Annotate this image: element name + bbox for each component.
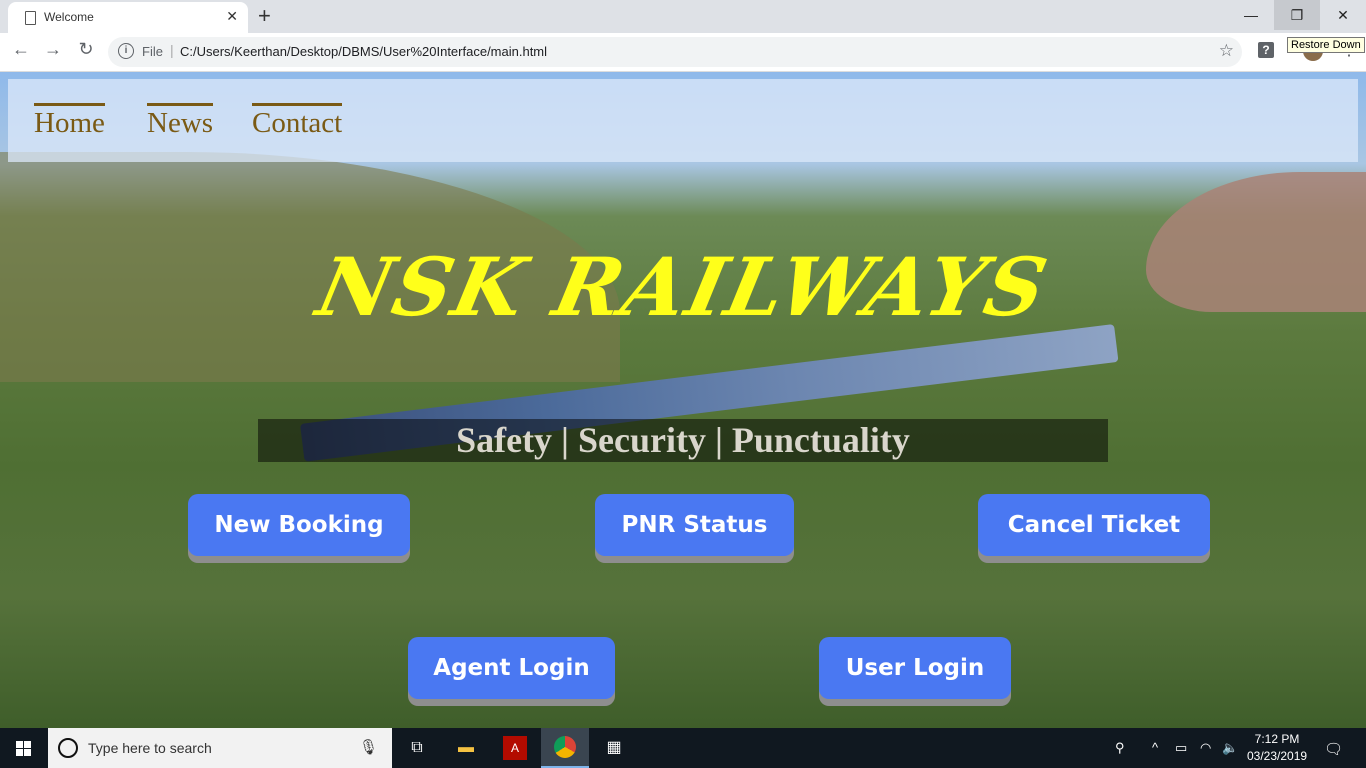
people-icon[interactable]: ⚲ (1115, 740, 1125, 756)
page-icon (25, 11, 36, 25)
notifications-icon[interactable]: 🗨 (1324, 740, 1343, 758)
page-viewport: Home News Contact NSK RAILWAYS Safety | … (0, 72, 1366, 728)
scheme-label: File (142, 44, 163, 59)
scheme-separator: | (170, 42, 174, 58)
tab-title: Welcome (44, 10, 94, 24)
nav-contact[interactable]: Contact (252, 103, 343, 140)
back-icon[interactable]: ← (8, 39, 34, 60)
clock-date: 03/23/2019 (1247, 749, 1308, 763)
tagline: Safety | Security | Punctuality (456, 420, 910, 460)
show-hidden-icons[interactable]: ^ (1152, 740, 1158, 755)
extension-help-icon[interactable]: ? (1258, 42, 1274, 58)
windows-logo-icon (16, 749, 23, 756)
tooltip: Restore Down (1287, 37, 1365, 53)
calculator-icon[interactable]: ▦ (602, 736, 626, 760)
brand-title: NSK RAILWAYS (309, 240, 1057, 334)
minimize-button[interactable]: — (1228, 0, 1274, 30)
info-icon[interactable]: i (118, 43, 134, 59)
cancel-ticket-button[interactable]: Cancel Ticket (978, 494, 1210, 556)
browser-toolbar: ← → ↻ i File | C:/Users/Keerthan/Desktop… (0, 33, 1366, 72)
user-login-button[interactable]: User Login (819, 637, 1011, 699)
new-booking-button[interactable]: New Booking (188, 494, 410, 556)
forward-icon[interactable]: → (40, 39, 66, 60)
bookmark-star-icon[interactable]: ☆ (1219, 41, 1234, 61)
volume-icon[interactable]: 🔈 (1222, 740, 1238, 756)
chrome-icon (554, 736, 576, 758)
windows-logo-icon (24, 741, 31, 748)
restore-down-button[interactable]: ❐ (1274, 0, 1320, 30)
reload-icon[interactable]: ↻ (73, 39, 99, 60)
top-navbar: Home News Contact (8, 79, 1358, 162)
system-clock[interactable]: 7:12 PM 03/23/2019 (1247, 731, 1307, 765)
nav-news[interactable]: News (147, 103, 214, 140)
close-window-button[interactable]: ✕ (1320, 0, 1366, 30)
microphone-icon[interactable]: 🎙 (359, 738, 378, 756)
address-bar[interactable]: i File | C:/Users/Keerthan/Desktop/DBMS/… (108, 37, 1242, 67)
taskbar-search[interactable]: Type here to search 🎙 (48, 728, 392, 768)
battery-icon[interactable]: ▭ (1175, 740, 1187, 756)
task-view-icon[interactable]: ⧉ (405, 736, 429, 760)
chrome-taskbar-button[interactable] (541, 728, 589, 768)
clock-time: 7:12 PM (1254, 732, 1300, 746)
start-button[interactable] (0, 728, 48, 768)
agent-login-button[interactable]: Agent Login (408, 637, 615, 699)
cortana-icon (58, 738, 78, 758)
url-text[interactable]: C:/Users/Keerthan/Desktop/DBMS/User%20In… (180, 44, 547, 59)
windows-logo-icon (16, 741, 23, 748)
taskbar-search-placeholder: Type here to search (88, 740, 212, 756)
new-tab-button[interactable]: + (258, 3, 271, 29)
pnr-status-button[interactable]: PNR Status (595, 494, 794, 556)
file-explorer-icon[interactable]: ▬ (454, 736, 478, 760)
windows-logo-icon (24, 749, 31, 756)
tab-close-icon[interactable]: ✕ (226, 8, 238, 25)
taskbar: Type here to search 🎙 ⧉ ▬ A ▦ ⚲ ^ ▭ ◠ 🔈 … (0, 728, 1366, 768)
nav-home[interactable]: Home (34, 103, 105, 140)
acrobat-icon[interactable]: A (503, 736, 527, 760)
tab-strip: Welcome ✕ + — ❐ ✕ (0, 0, 1366, 33)
wifi-icon[interactable]: ◠ (1200, 740, 1211, 756)
browser-tab[interactable]: Welcome ✕ (8, 2, 248, 33)
